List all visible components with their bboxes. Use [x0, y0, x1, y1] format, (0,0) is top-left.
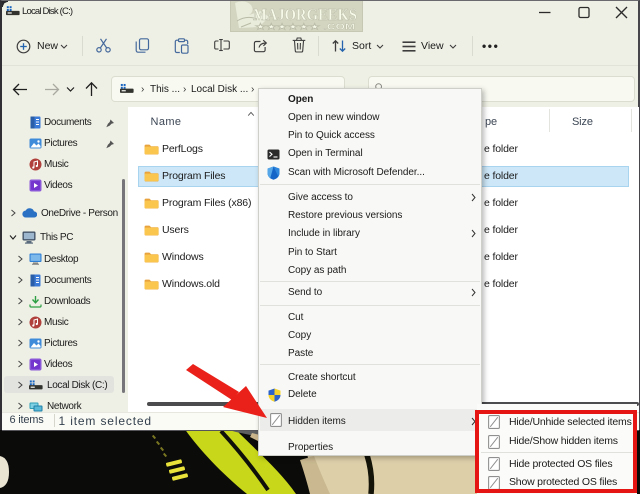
svg-text:★★★★★★ .COM: ★★★★★★ .COM	[255, 22, 355, 32]
